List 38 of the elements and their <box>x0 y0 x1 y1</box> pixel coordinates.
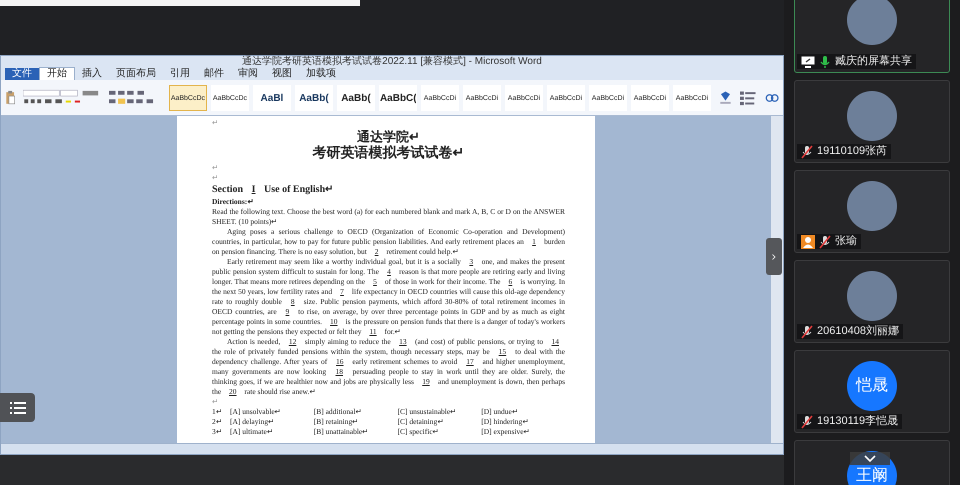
ribbon-tab[interactable]: 邮件 <box>197 68 231 80</box>
avatar-photo-placeholder <box>847 271 897 321</box>
ribbon-tab[interactable]: 插入 <box>75 68 109 80</box>
scroll-down-button[interactable] <box>850 452 890 465</box>
style-preview[interactable]: AaBb( <box>336 84 375 110</box>
vertical-scrollbar[interactable] <box>771 116 783 443</box>
ribbon-tab[interactable]: 引用 <box>163 68 197 80</box>
ribbon-tab[interactable]: 视图 <box>265 68 299 80</box>
style-preview[interactable]: AaBl <box>252 84 291 110</box>
participant-name: 张瑜 <box>835 234 857 249</box>
chevron-down-icon <box>864 454 876 462</box>
participant-name: 19130119李恺晟 <box>817 414 898 429</box>
avatar-initials: 恺晟 <box>847 361 897 411</box>
participant-tile[interactable]: 19110109张芮 <box>794 80 950 163</box>
avatar-photo-placeholder <box>847 0 897 45</box>
section-heading: Section I Use of English↵ <box>212 183 334 197</box>
participant-name: 19110109张芮 <box>817 144 888 159</box>
ribbon-tab[interactable]: 页面布局 <box>109 68 163 80</box>
collapse-sidebar-button[interactable] <box>766 238 782 275</box>
participant-tile[interactable]: 恺晟 19130119李恺晟 <box>794 350 950 433</box>
participant-tile[interactable]: 张瑜 <box>794 170 950 253</box>
participant-tile[interactable]: 臧庆的屏幕共享 <box>794 0 950 73</box>
document-title: 考研英语模拟考试试卷↵ <box>312 145 466 163</box>
avatar-photo-placeholder <box>847 91 897 141</box>
list-icon <box>10 402 26 414</box>
list-menu-button[interactable] <box>0 393 35 422</box>
participant-name: 20610408刘丽娜 <box>817 324 899 339</box>
style-preview[interactable]: AaBb( <box>294 84 333 110</box>
avatar-photo-placeholder <box>847 181 897 231</box>
ribbon-tab[interactable]: 审阅 <box>231 68 265 80</box>
participant-tile[interactable]: 王阚 <box>794 440 950 485</box>
window-title: 通达学院考研英语模拟考试试卷2022.11 [兼容模式] - Microsoft Word <box>242 56 542 68</box>
participant-name: 臧庆的屏幕共享 <box>835 54 912 69</box>
ribbon-tab[interactable]: 加载项 <box>299 68 343 80</box>
file-menu-tab[interactable]: 文件 <box>5 68 39 80</box>
document-heading: 通达学院↵ <box>356 128 421 145</box>
participant-tile[interactable]: 20610408刘丽娜 <box>794 260 950 343</box>
ribbon-tab[interactable]: 开始 <box>39 67 75 80</box>
